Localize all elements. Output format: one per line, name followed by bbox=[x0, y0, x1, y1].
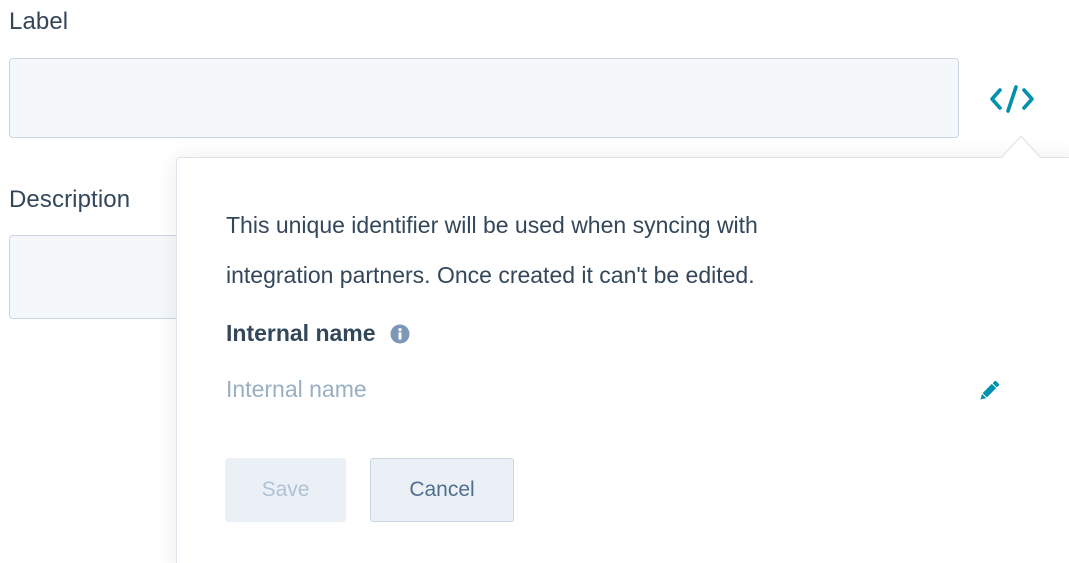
popover-description-line-1: This unique identifier will be used when… bbox=[226, 212, 758, 238]
property-form: Label Description This unique identifier… bbox=[0, 0, 1069, 563]
internal-name-label: Internal name bbox=[226, 320, 376, 346]
pencil-icon[interactable] bbox=[976, 378, 1002, 404]
internal-name-heading: Internal name bbox=[226, 320, 410, 347]
popover-description-line-2: integration partners. Once created it ca… bbox=[226, 262, 755, 288]
popover-description: This unique identifier will be used when… bbox=[226, 200, 946, 300]
save-button[interactable]: Save bbox=[225, 458, 346, 522]
internal-name-value: Internal name bbox=[226, 376, 367, 402]
label-field-label: Label bbox=[9, 8, 69, 35]
code-brackets-button[interactable] bbox=[984, 78, 1040, 120]
description-field-label: Description bbox=[9, 186, 131, 213]
code-brackets-icon bbox=[990, 85, 1034, 113]
cancel-button[interactable]: Cancel bbox=[370, 458, 514, 522]
info-circle-icon[interactable] bbox=[390, 324, 410, 344]
label-input[interactable] bbox=[9, 58, 959, 138]
